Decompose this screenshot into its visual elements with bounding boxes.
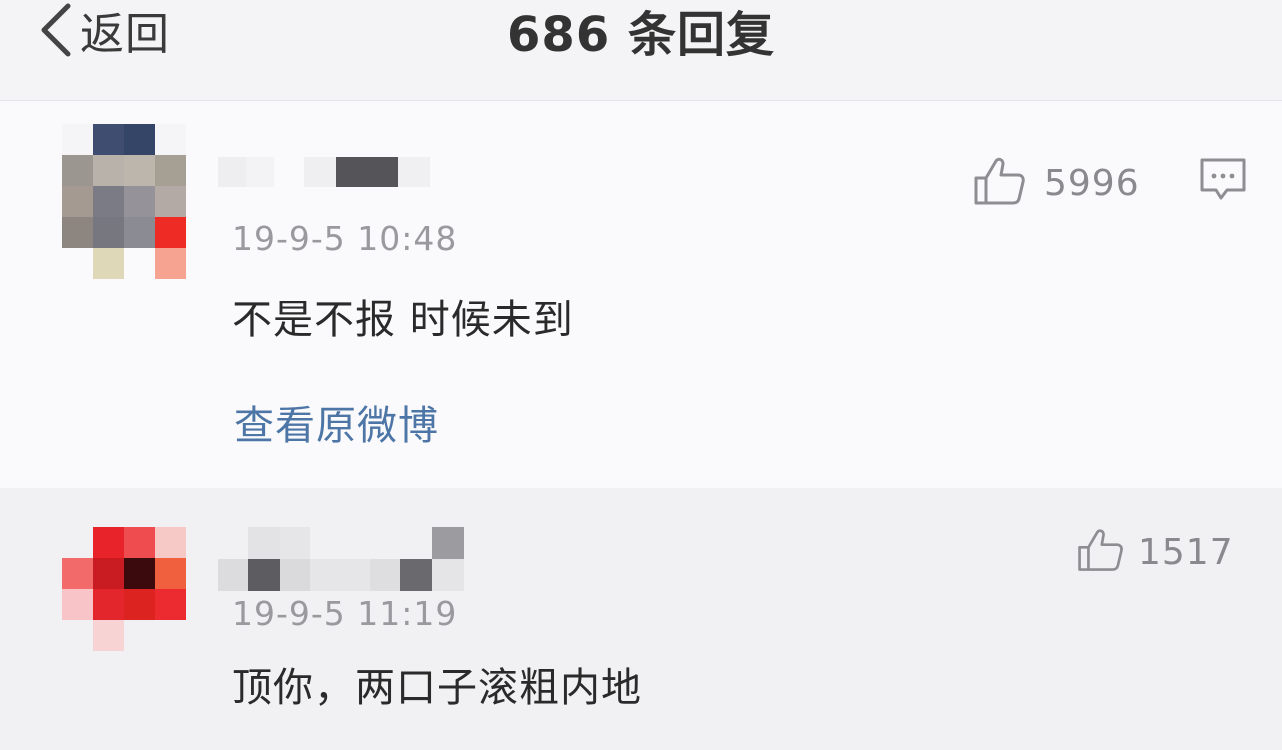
comment-icon xyxy=(1199,158,1247,207)
comment-text: 不是不报 时候未到 xyxy=(232,297,574,343)
comment-button[interactable] xyxy=(1199,157,1247,207)
comment-time: 19-9-5 11:19 xyxy=(232,594,458,633)
like-count: 5996 xyxy=(1044,162,1140,204)
like-button[interactable]: 1517 xyxy=(1076,527,1234,577)
page-title: 686 条回复 xyxy=(507,7,775,63)
comment-text: 顶你，两口子滚粗内地 xyxy=(232,665,642,711)
thumbs-up-icon xyxy=(972,156,1026,210)
avatar[interactable] xyxy=(62,124,186,279)
username-blurred[interactable] xyxy=(218,156,430,188)
reply-comment: 19-9-5 11:19 顶你，两口子滚粗内地 1517 xyxy=(0,489,1282,750)
nav-bar: 返回 686 条回复 xyxy=(0,0,1282,101)
like-count: 1517 xyxy=(1138,531,1234,573)
like-button[interactable]: 5996 xyxy=(972,156,1140,210)
avatar[interactable] xyxy=(62,527,186,651)
username-blurred[interactable] xyxy=(218,527,464,591)
view-original-link[interactable]: 查看原微博 xyxy=(234,393,439,451)
thumbs-up-icon xyxy=(1076,527,1124,577)
main-comment: 19-9-5 10:48 不是不报 时候未到 查看原微博 5996 xyxy=(0,101,1282,488)
comment-time: 19-9-5 10:48 xyxy=(232,219,458,258)
